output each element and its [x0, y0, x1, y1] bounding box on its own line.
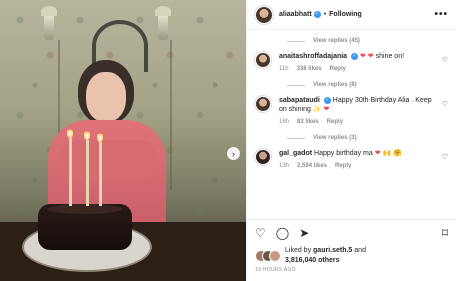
- likes-text: Liked by gauri.seth.5 and 3,816,040 othe…: [285, 246, 366, 266]
- face: [86, 72, 126, 122]
- wall-sconce: [155, 6, 171, 40]
- wall-panel-line: [170, 40, 172, 190]
- candle-flame: [67, 128, 73, 138]
- liked-others-count[interactable]: 3,816,040 others: [285, 257, 339, 264]
- next-photo-button[interactable]: ›: [227, 147, 240, 160]
- view-replies-link[interactable]: View replies (8): [287, 82, 448, 88]
- bookmark-icon[interactable]: ⌑: [442, 226, 448, 240]
- arms: [58, 140, 158, 180]
- comment-emoji: ❤: [323, 106, 330, 113]
- comment-avatar[interactable]: [255, 52, 271, 68]
- post-side-panel: aliaabhatt ✓ • Following ••• View replie…: [246, 0, 456, 281]
- view-replies-link[interactable]: View replies (45): [287, 38, 448, 44]
- comment-meta: 16h 83 likes Reply: [279, 118, 438, 127]
- more-options-icon[interactable]: •••: [434, 9, 448, 20]
- post-time-ago: 19 HOURS AGO: [255, 267, 296, 273]
- likes-summary: Liked by gauri.seth.5 and 3,816,040 othe…: [247, 245, 456, 267]
- like-comment-icon[interactable]: ♡: [438, 153, 448, 161]
- liked-by-prefix: Liked by: [285, 247, 312, 254]
- comment-likes[interactable]: 2,594 likes: [297, 162, 327, 171]
- author-username[interactable]: aliaabhatt: [279, 11, 312, 18]
- comment-icon[interactable]: ◯: [276, 226, 289, 240]
- comment-age: 16h: [279, 119, 290, 125]
- comments-list: View replies (45) anaitashroffadajania ✓…: [247, 30, 456, 219]
- chevron-right-icon: ›: [232, 148, 235, 159]
- comment-text: shine on!: [375, 53, 405, 60]
- comment-age: 11h: [279, 66, 289, 72]
- cake-top: [48, 204, 122, 214]
- comment-text: Happy birthday ma: [314, 150, 373, 157]
- instagram-post: › aliaabhatt ✓ • Following ••• View repl…: [0, 0, 456, 281]
- post-actions: ♡ ◯ ➤ ⌑: [247, 219, 456, 245]
- comment-emoji: ❤ ❤: [359, 53, 374, 60]
- wall-sconce: [41, 6, 57, 40]
- comment-username[interactable]: anaitashroffadajania: [279, 53, 347, 60]
- comment-likes[interactable]: 83 likes: [297, 118, 319, 127]
- comment-username[interactable]: sabapataudi: [279, 97, 320, 104]
- candle: [86, 140, 89, 206]
- liker-avatars: [255, 250, 281, 262]
- verified-badge-icon: ✓: [323, 96, 331, 104]
- comment-avatar[interactable]: [255, 149, 271, 165]
- post-photo[interactable]: ›: [0, 0, 246, 281]
- reply-button[interactable]: Reply: [335, 162, 351, 171]
- comment-item: sabapataudi ✓ Happy 30th Birthday Alia .…: [255, 96, 448, 127]
- view-replies-label: View replies (3): [313, 135, 357, 141]
- comment-item: anaitashroffadajania ✓ ❤ ❤ shine on! 11h…: [255, 52, 448, 74]
- comment-body: gal_gadot Happy birthday ma ❤ 🙌 🤗 13h 2,…: [279, 149, 438, 171]
- comment-body: anaitashroffadajania ✓ ❤ ❤ shine on! 11h…: [279, 52, 438, 74]
- view-replies-link[interactable]: View replies (3): [287, 135, 448, 141]
- author-avatar[interactable]: [255, 5, 273, 24]
- candle: [69, 138, 72, 206]
- comment-body: sabapataudi ✓ Happy 30th Birthday Alia .…: [279, 96, 438, 127]
- comment-meta: 11h 338 likes Reply: [279, 65, 438, 74]
- comment-username[interactable]: gal_gadot: [279, 150, 312, 157]
- like-comment-icon[interactable]: ♡: [438, 56, 448, 64]
- candle-flame: [84, 130, 90, 140]
- verified-badge-icon: ✓: [351, 52, 359, 60]
- reply-button[interactable]: Reply: [330, 65, 346, 74]
- view-replies-label: View replies (45): [313, 38, 360, 44]
- comment-meta: 13h 2,594 likes Reply: [279, 162, 438, 171]
- post-header: aliaabhatt ✓ • Following •••: [247, 0, 456, 30]
- view-replies-label: View replies (8): [313, 82, 357, 88]
- following-button[interactable]: Following: [329, 11, 362, 18]
- replies-line: [287, 40, 305, 42]
- comment-avatar[interactable]: [255, 96, 271, 112]
- separator-dot: •: [323, 11, 327, 18]
- share-icon[interactable]: ➤: [299, 226, 309, 240]
- replies-line: [287, 137, 305, 139]
- candle: [99, 142, 102, 206]
- like-comment-icon[interactable]: ♡: [438, 100, 448, 108]
- comment-likes[interactable]: 338 likes: [297, 65, 322, 74]
- comment-emoji: ❤ 🙌 🤗: [374, 150, 402, 157]
- replies-line: [287, 84, 305, 86]
- comment-item: gal_gadot Happy birthday ma ❤ 🙌 🤗 13h 2,…: [255, 149, 448, 171]
- liked-by-user[interactable]: gauri.seth.5: [313, 247, 352, 254]
- candle-flame: [97, 132, 103, 142]
- comment-age: 13h: [279, 163, 290, 169]
- reply-button[interactable]: Reply: [327, 118, 343, 127]
- heart-icon[interactable]: ♡: [255, 226, 266, 240]
- liker-avatar: [269, 250, 281, 262]
- verified-badge-icon: ✓: [313, 11, 321, 18]
- liked-and: and: [354, 247, 366, 254]
